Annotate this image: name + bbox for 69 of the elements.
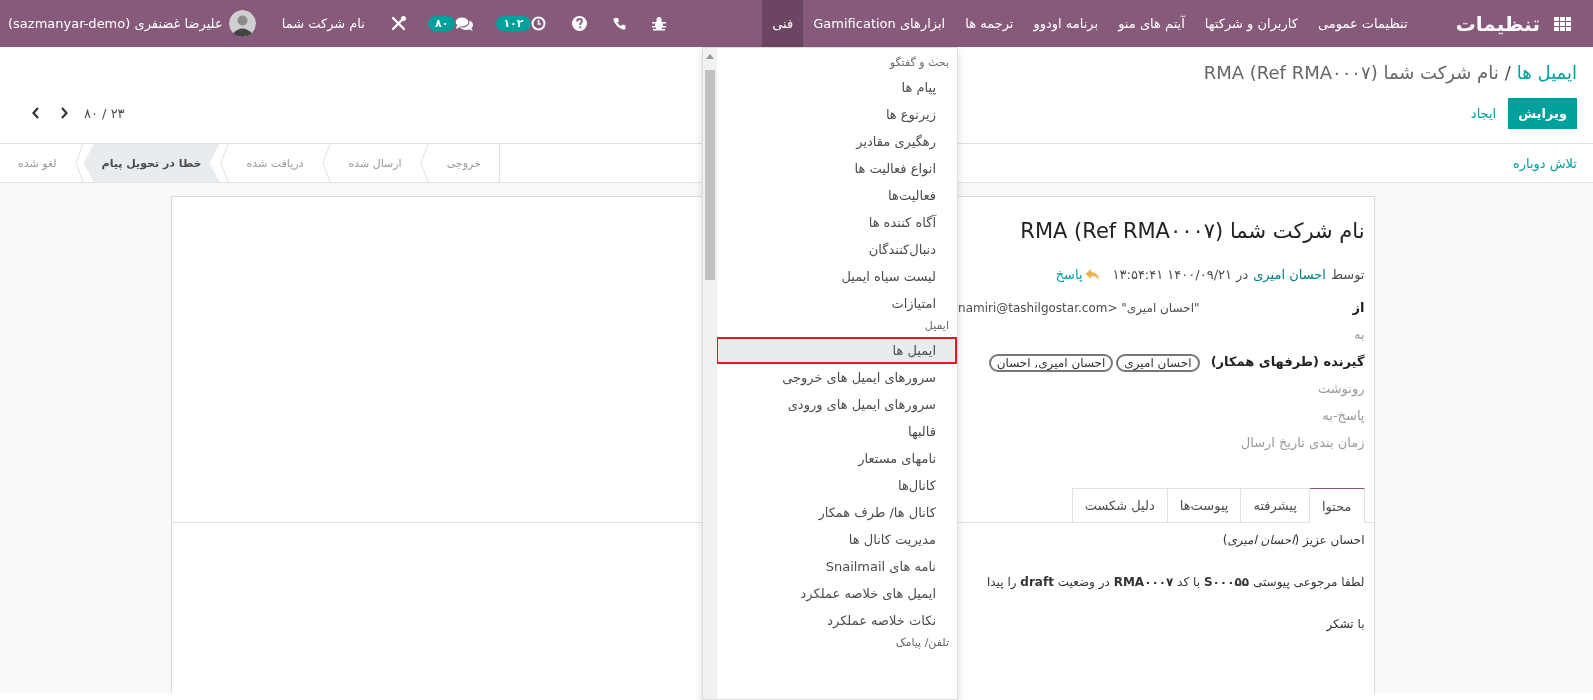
field-label: پاسخ-به (1321, 408, 1365, 425)
recipient-tag: احسان امیری, احسان (988, 354, 1114, 372)
message-date: در ۱۴۰۰/۰۹/۲۱ ۱۳:۵۴:۴۱ (1112, 267, 1249, 282)
previous-icon[interactable] (60, 107, 68, 119)
dropdown-item[interactable]: لیست سیاه ایمیل (717, 263, 957, 290)
message-paragraph: احسان عزیز (احسان امیری) (1222, 533, 1365, 549)
dropdown-item[interactable]: زیرنوع ها (717, 101, 957, 128)
next-icon[interactable] (32, 107, 40, 119)
field-value: "احسان امیری" <namiri@tashilgostar.com (958, 301, 1200, 315)
menu-section-header: ایمیل (923, 318, 950, 334)
avatar (228, 10, 256, 37)
tools-icon[interactable] (390, 16, 406, 31)
dropdown-item[interactable]: انواع فعالیت ها (717, 155, 957, 182)
apps-menu-icon[interactable] (1554, 15, 1571, 32)
dropdown-item[interactable]: امتیازات (717, 290, 957, 317)
field-label: از (1351, 300, 1365, 317)
scrollbar-thumb[interactable] (705, 70, 715, 280)
dropdown-item[interactable]: دنبال‌کنندگان (717, 236, 957, 263)
dropdown-item[interactable]: کانال ها/ طرف همکار (717, 499, 957, 526)
pager-counter: ۲۳ / ۸۰ (84, 105, 125, 121)
dropdown-item[interactable]: نکات خلاصه عملکرد (717, 607, 957, 634)
field-label: به (1352, 327, 1365, 344)
dropdown-item[interactable]: نامه های Snailmail (717, 553, 957, 580)
record-title: RMA (Ref RMA۰۰۰۷) نام شرکت شما (1020, 219, 1365, 245)
breadcrumb-current: RMA (Ref RMA۰۰۰۷) نام شرکت شما (1203, 61, 1499, 83)
recipient-tag: احسان امیری (1116, 354, 1200, 372)
dropdown-item[interactable]: رهگیری مقادیر (717, 128, 957, 155)
phone-icon[interactable] (612, 17, 626, 30)
menu-item[interactable]: آیتم های منو (1108, 0, 1195, 47)
dropdown-item[interactable]: پیام ها (717, 74, 957, 101)
dropdown-item[interactable]: سرورهای ایمیل های خروجی (717, 364, 957, 391)
menu-item[interactable]: فنی (762, 0, 804, 47)
author-prefix: توسط (1330, 267, 1365, 282)
clock-icon[interactable] (530, 16, 546, 31)
dropdown-item[interactable]: مدیریت کانال ها (717, 526, 957, 553)
field-label: گیرنده (طرفهای همکار) (1209, 354, 1365, 371)
help-icon[interactable] (571, 16, 587, 31)
activity-count-badge: ۱۰۲ (496, 16, 531, 31)
company-name[interactable]: نام شرکت شما (281, 16, 365, 31)
menu-item[interactable]: کاربران و شرکتها (1194, 0, 1308, 47)
status-step[interactable]: خطا در تحویل پیام (83, 144, 220, 182)
menu-item[interactable]: ابزارهای Gamification (803, 0, 956, 47)
author-link[interactable]: احسان امیری (1253, 267, 1326, 282)
menu-item[interactable]: برنامه اودوو (1023, 0, 1109, 47)
reply-icon (1084, 268, 1100, 281)
dropdown-item[interactable]: سرورهای ایمیل های ورودی (717, 391, 957, 418)
dropdown-item[interactable]: نامهای مستعار (717, 445, 957, 472)
chat-icon[interactable] (455, 16, 475, 31)
menu-item[interactable]: ترجمه ها (955, 0, 1024, 47)
message-count-badge: ۸۰ (427, 16, 456, 31)
breadcrumb-separator: / (1504, 61, 1511, 83)
menu-section-header: تلفن/ پیامک (894, 635, 950, 651)
dropdown-item[interactable]: کانال‌ها (717, 472, 957, 499)
bug-icon[interactable] (651, 16, 666, 31)
dropdown-item[interactable]: فعالیت‌ها (717, 182, 957, 209)
scrollbar[interactable] (703, 48, 717, 699)
dropdown-item[interactable]: قالبها (717, 418, 957, 445)
dropdown-item[interactable]: ایمیل های خلاصه عملکرد (717, 580, 957, 607)
message-paragraph: با تشکر (1326, 617, 1365, 634)
field-label: رونوشت (1316, 381, 1365, 399)
app-title: تنظیمات (1455, 11, 1540, 36)
tab[interactable]: دلیل شکست (1071, 488, 1168, 522)
menu-section-header: بحث و گفتگو (888, 55, 950, 71)
field-label: زمان بندی تاریخ ارسال (1239, 435, 1365, 452)
tab[interactable]: محتوا (1308, 488, 1365, 523)
dropdown-item[interactable]: ایمیل ها (716, 337, 957, 364)
dropdown-item[interactable]: آگاه کننده ها (717, 209, 957, 236)
user-name[interactable]: علیرضا غضنفری (sazmanyar-demo) (8, 16, 223, 31)
menu-item[interactable]: تنظیمات عمومی (1307, 0, 1418, 47)
